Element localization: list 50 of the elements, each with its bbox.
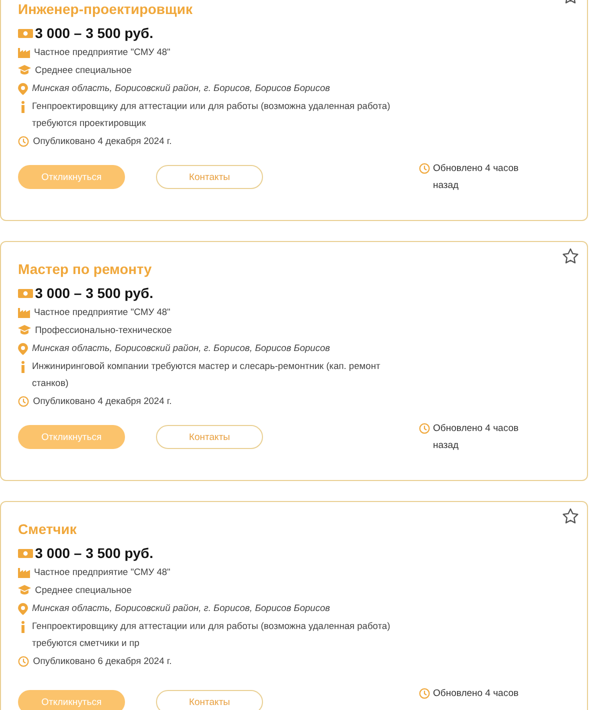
contacts-button[interactable]: Контакты	[156, 165, 263, 189]
company-text: Частное предприятие "СМУ 48"	[34, 46, 170, 59]
description-text: Генпроектировщику для аттестации или для работы (возможна удаленная работа) требуются проектировщик	[32, 100, 392, 130]
location-text: Минская область, Борисовский район, г. Борисов, Борисов Борисов	[32, 82, 330, 95]
location-text: Минская область, Борисовский район, г. Борисов, Борисов Борисов	[32, 602, 330, 615]
clock-icon	[18, 136, 29, 147]
salary-range: 3 000 – 3 500 руб.	[35, 545, 154, 561]
company-text: Частное предприятие "СМУ 48"	[34, 566, 170, 579]
vacancy-title[interactable]: Сметчик	[18, 519, 569, 539]
contacts-button[interactable]: Контакты	[156, 690, 263, 710]
vacancy-title[interactable]: Инженер-проектировщик	[18, 0, 569, 19]
description-text: Инжиниринговой компании требуются мастер и слесарь-ремонтник (кап. ремонт станков)	[32, 360, 382, 390]
clock-icon	[419, 423, 430, 434]
vacancy-title[interactable]: Мастер по ремонту	[18, 259, 569, 279]
updated-text: Обновлено 4 часов назад	[433, 162, 520, 193]
company-text: Частное предприятие "СМУ 48"	[34, 306, 170, 319]
graduation-cap-icon	[18, 325, 31, 335]
factory-icon	[18, 567, 30, 578]
location-pin-icon	[18, 603, 28, 615]
contacts-button[interactable]: Контакты	[156, 425, 263, 449]
location-pin-icon	[18, 83, 28, 95]
updated-text: Обновлено 4 часов назад	[433, 422, 520, 453]
location-text: Минская область, Борисовский район, г. Борисов, Борисов Борисов	[32, 342, 330, 355]
clock-icon	[419, 163, 430, 174]
salary-range: 3 000 – 3 500 руб.	[35, 285, 154, 301]
apply-button[interactable]: Откликнуться	[18, 690, 125, 710]
money-icon	[18, 28, 33, 38]
money-icon	[18, 288, 33, 298]
education-text: Среднее специальное	[35, 64, 132, 77]
salary-range: 3 000 – 3 500 руб.	[35, 25, 154, 41]
apply-button[interactable]: Откликнуться	[18, 165, 125, 189]
published-text: Опубликовано 6 декабря 2024 г.	[33, 655, 172, 668]
star-icon[interactable]	[562, 248, 579, 264]
clock-icon	[18, 396, 29, 407]
clock-icon	[419, 688, 430, 699]
updated-text: Обновлено 4 часов	[433, 687, 519, 701]
education-text: Профессионально-техническое	[35, 324, 172, 337]
factory-icon	[18, 307, 30, 318]
money-icon	[18, 548, 33, 558]
published-text: Опубликовано 4 декабря 2024 г.	[33, 395, 172, 408]
clock-icon	[18, 656, 29, 667]
education-text: Среднее специальное	[35, 584, 132, 597]
graduation-cap-icon	[18, 585, 31, 595]
published-text: Опубликовано 4 декабря 2024 г.	[33, 135, 172, 148]
description-text: Генпроектировщику для аттестации или для работы (возможна удаленная работа) требуются сметчики и пр	[32, 620, 392, 650]
factory-icon	[18, 47, 30, 58]
star-icon[interactable]	[562, 508, 579, 524]
apply-button[interactable]: Откликнуться	[18, 425, 125, 449]
location-pin-icon	[18, 343, 28, 355]
graduation-cap-icon	[18, 65, 31, 75]
